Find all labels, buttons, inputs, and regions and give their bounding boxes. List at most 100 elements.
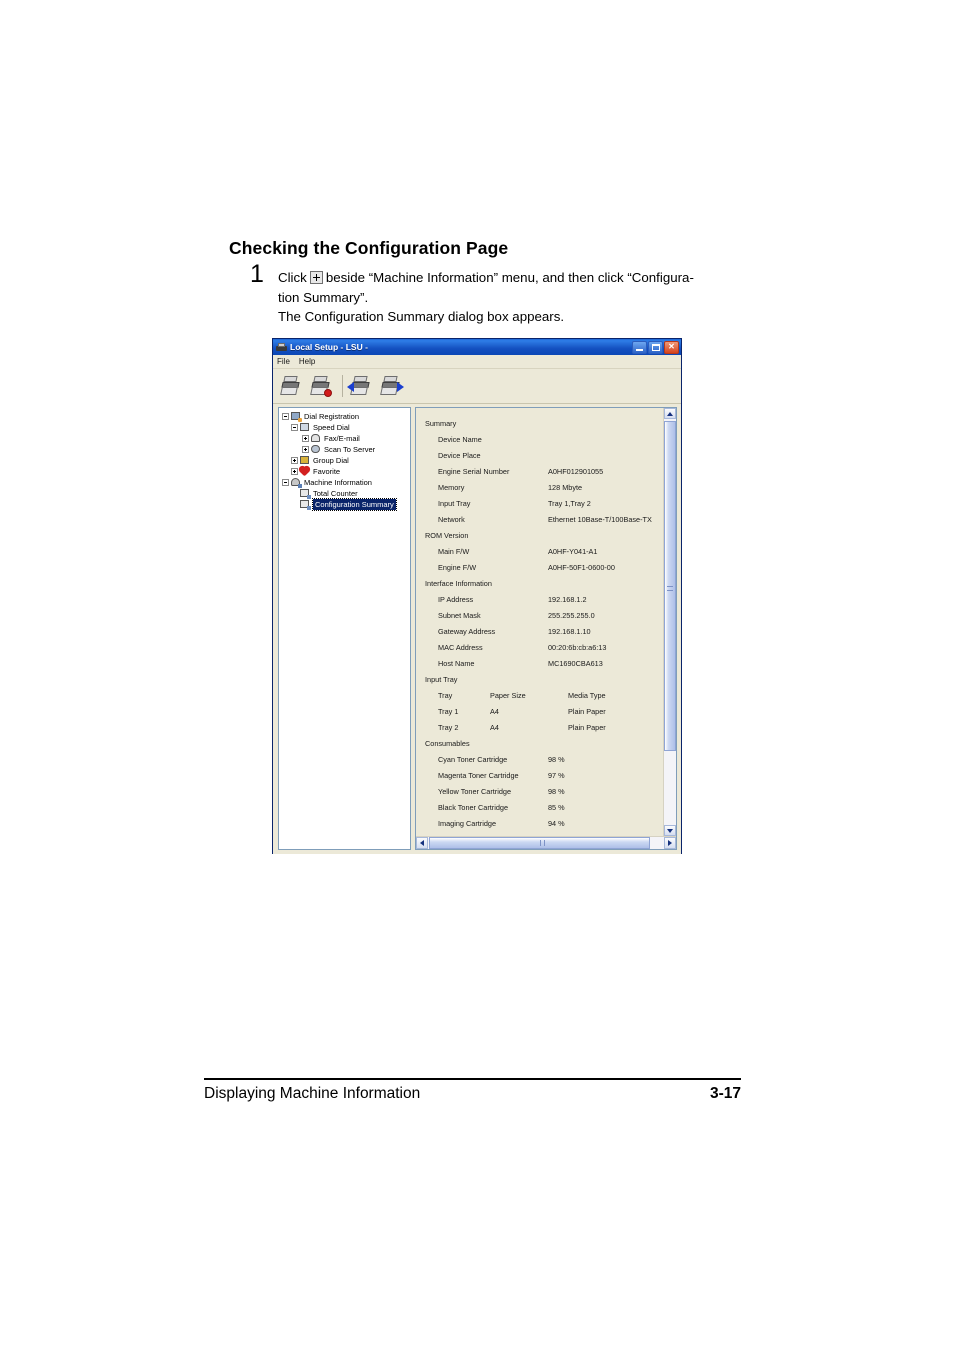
expand-toggle-icon[interactable]	[291, 468, 298, 475]
footer-section-title: Displaying Machine Information	[204, 1085, 421, 1102]
printer-disabled-icon[interactable]	[310, 375, 332, 397]
row-label: Engine Serial Number	[438, 466, 510, 476]
tree-item-dial-registration[interactable]: Dial Registration	[282, 411, 408, 422]
row-value: Ethernet 10Base-T/100Base-TX	[548, 514, 652, 524]
tree-item-speed-dial[interactable]: Speed Dial	[282, 422, 408, 433]
row-value: 97 %	[548, 770, 565, 780]
printer-icon[interactable]	[280, 375, 302, 397]
row-memory: Memory 128 Mbyte	[416, 479, 663, 495]
toolbar-separator	[342, 375, 343, 397]
scroll-right-button[interactable]	[664, 837, 676, 849]
step-number: 1	[250, 260, 264, 288]
menu-help[interactable]: Help	[299, 357, 315, 366]
row-label: Memory	[438, 482, 465, 492]
tree-item-configuration-summary[interactable]: Configuration Summary	[282, 498, 408, 511]
step-text-after-icon: beside “Machine Information” menu, and t…	[325, 270, 694, 285]
row-label: MAC Address	[438, 642, 483, 652]
table-row: Tray 2 A4 Plain Paper	[416, 719, 663, 735]
section-title-summary: Summary	[416, 415, 663, 431]
expand-toggle-icon[interactable]	[302, 435, 309, 442]
row-value: 192.168.1.2	[548, 594, 587, 604]
row-value: 255.255.255.0	[548, 610, 595, 620]
row-value: A0HF-50F1-0600-00	[548, 562, 615, 572]
vertical-scroll-thumb[interactable]	[664, 421, 676, 751]
row-label: Cyan Toner Cartridge	[438, 754, 508, 764]
dial-registration-icon	[291, 412, 302, 422]
tree-item-label: Fax/E-mail	[324, 434, 360, 443]
scroll-down-button[interactable]	[664, 825, 676, 836]
row-engine-fw: Engine F/W A0HF-50F1-0600-00	[416, 559, 663, 575]
window-titlebar[interactable]: Local Setup - LSU - ✕	[273, 339, 681, 355]
scroll-left-button[interactable]	[416, 837, 428, 849]
scroll-up-button[interactable]	[664, 408, 676, 419]
fax-email-icon	[311, 434, 321, 443]
tree-item-fax-email[interactable]: Fax/E-mail	[282, 433, 408, 444]
collapse-toggle-icon[interactable]	[282, 413, 289, 420]
row-value: 94 %	[548, 818, 565, 828]
section-title-interface-information: Interface Information	[416, 575, 663, 591]
cell-media-type: Plain Paper	[568, 706, 606, 716]
configuration-summary-icon	[300, 500, 311, 510]
navigation-tree[interactable]: Dial Registration Speed Dial Fax/E-mail …	[278, 407, 411, 850]
expand-toggle-icon[interactable]	[302, 446, 309, 453]
row-input-tray: Input Tray Tray 1,Tray 2	[416, 495, 663, 511]
page-title: Checking the Configuration Page	[229, 238, 509, 258]
collapse-toggle-icon[interactable]	[291, 424, 298, 431]
menubar: File Help	[273, 355, 681, 369]
favorite-heart-icon	[299, 466, 310, 477]
vertical-scroll-track[interactable]	[664, 419, 676, 825]
tree-item-scan-to-server[interactable]: Scan To Server	[282, 444, 408, 455]
horizontal-scroll-thumb[interactable]	[429, 837, 650, 849]
row-value: Tray 1,Tray 2	[548, 498, 591, 508]
tree-item-total-counter[interactable]: Total Counter	[282, 488, 408, 499]
tree-item-group-dial[interactable]: Group Dial	[282, 455, 408, 466]
close-button[interactable]: ✕	[664, 340, 679, 354]
row-value: 98 %	[548, 754, 565, 764]
menu-file[interactable]: File	[277, 357, 290, 366]
row-label: Device Place	[438, 450, 481, 460]
vertical-scrollbar[interactable]	[663, 408, 676, 836]
row-engine-serial-number: Engine Serial Number A0HF012901055	[416, 463, 663, 479]
printer-receive-icon[interactable]	[347, 375, 372, 397]
step-line-2: tion Summary”.	[278, 289, 369, 305]
row-black-toner: Black Toner Cartridge 85 %	[416, 799, 663, 815]
row-label: Yellow Toner Cartridge	[438, 786, 512, 796]
cell-media-type: Plain Paper	[568, 722, 606, 732]
section-title-consumables: Consumables	[416, 735, 663, 751]
tree-item-machine-information[interactable]: Machine Information	[282, 477, 408, 488]
collapse-toggle-icon[interactable]	[282, 479, 289, 486]
tree-item-label: Favorite	[313, 467, 341, 476]
tree-item-label: Speed Dial	[313, 423, 350, 432]
row-value: 85 %	[548, 802, 565, 812]
tree-item-label: Machine Information	[304, 478, 372, 487]
summary-body: Summary Device Name Device Place Engine …	[416, 408, 676, 836]
expand-toggle-icon[interactable]	[291, 457, 298, 464]
horizontal-scrollbar[interactable]	[416, 836, 676, 849]
row-label: Imaging Cartridge	[438, 818, 496, 828]
row-yellow-toner: Yellow Toner Cartridge 98 %	[416, 783, 663, 799]
row-label: Magenta Toner Cartridge	[438, 770, 519, 780]
cell-paper-size: A4	[490, 722, 499, 732]
row-label: IP Address	[438, 594, 474, 604]
total-counter-icon	[300, 489, 311, 499]
group-dial-icon	[300, 456, 310, 465]
maximize-button[interactable]	[648, 340, 663, 354]
row-value: MC1690CBA613	[548, 658, 603, 668]
toolbar	[273, 369, 681, 404]
row-network: Network Ethernet 10Base-T/100Base-TX	[416, 511, 663, 527]
plus-expand-icon	[309, 271, 323, 284]
cell-tray: Tray 2	[438, 722, 459, 732]
row-subnet-mask: Subnet Mask 255.255.255.0	[416, 607, 663, 623]
tree-item-label: Scan To Server	[324, 445, 376, 454]
row-label: Device Name	[438, 434, 482, 444]
section-label: Interface Information	[425, 578, 492, 588]
row-ip-address: IP Address 192.168.1.2	[416, 591, 663, 607]
minimize-button[interactable]	[632, 340, 647, 354]
manual-page: Checking the Configuration Page 1 Click b…	[0, 0, 954, 1350]
section-title-rom-version: ROM Version	[416, 527, 663, 543]
row-cyan-toner: Cyan Toner Cartridge 98 %	[416, 751, 663, 767]
printer-send-icon[interactable]	[380, 375, 404, 397]
horizontal-scroll-track[interactable]	[428, 837, 664, 849]
tree-item-favorite[interactable]: Favorite	[282, 466, 408, 477]
row-label: Black Toner Cartridge	[438, 802, 509, 812]
